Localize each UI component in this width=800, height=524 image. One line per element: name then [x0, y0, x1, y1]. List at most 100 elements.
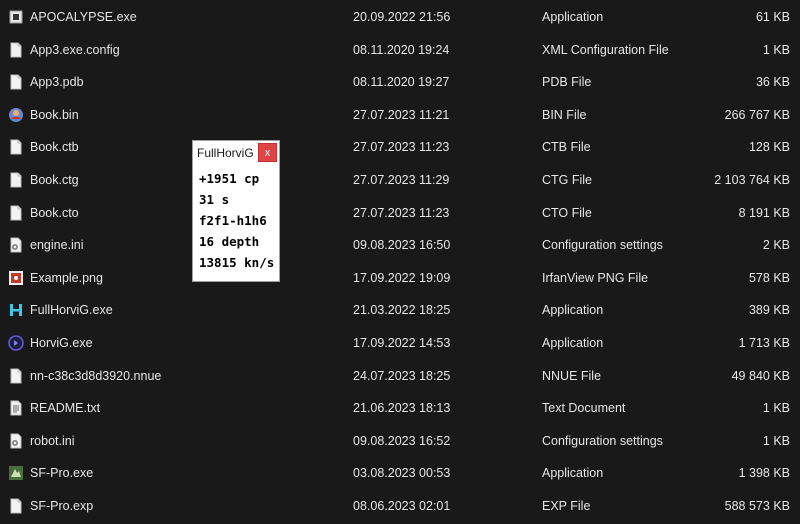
file-name: APOCALYPSE.exe: [30, 10, 137, 24]
file-row[interactable]: App3.exe.config 08.11.2020 19:24 XML Confi…: [0, 34, 800, 67]
bin-file-icon: [8, 107, 24, 123]
file-row[interactable]: Book.ctg 27.07.2023 11:29 CTG File 2 103 76…: [0, 164, 800, 197]
file-size: 2 103 764 KB: [714, 172, 790, 187]
document-icon: [8, 368, 24, 384]
app-exe-icon: [8, 9, 24, 25]
document-icon: [8, 74, 24, 90]
sf-app-icon: [8, 465, 24, 481]
file-row[interactable]: Book.cto 27.07.2023 11:23 CTO File 8 191 KB: [0, 197, 800, 230]
file-row[interactable]: App3.pdb 08.11.2020 19:27 PDB File 36 KB: [0, 66, 800, 99]
file-name: SF-Pro.exe: [30, 466, 94, 481]
file-name: FullHorviG.exe: [30, 303, 113, 318]
file-date-modified: 08.11.2020 19:24: [353, 42, 450, 57]
file-size: 1 398 KB: [738, 466, 790, 481]
file-row[interactable]: engine.ini 09.08.2023 16:50 Configuration …: [0, 229, 800, 262]
file-name: engine.ini: [30, 238, 84, 253]
file-type: EXP File: [542, 498, 591, 513]
text-file-icon: [8, 400, 24, 416]
file-name: nn-c38c3d8d3920.nnue: [30, 368, 162, 383]
window-titlebar[interactable]: FullHorviG x: [193, 141, 279, 165]
file-name: README.txt: [30, 401, 101, 416]
file-date-modified: 20.09.2022 21:56: [353, 10, 451, 24]
file-row[interactable]: Book.ctb 27.07.2023 11:23 CTB File 128 KB: [0, 131, 800, 164]
file-size: 588 573 KB: [724, 498, 790, 513]
file-size: 8 191 KB: [738, 205, 790, 220]
file-size: 1 KB: [762, 42, 790, 57]
search-depth: 16 depth: [199, 234, 260, 249]
document-icon: [8, 139, 24, 155]
file-row[interactable]: nn-c38c3d8d3920.nnue 24.07.2023 18:25 NNUE…: [0, 360, 800, 393]
file-type: CTB File: [542, 140, 591, 155]
file-size: 128 KB: [748, 140, 790, 155]
file-date-modified: 24.07.2023 18:25: [353, 368, 451, 383]
elapsed-time: 31 s: [199, 192, 230, 207]
file-row[interactable]: APOCALYPSE.exe 20.09.2022 21:56 Applicatio…: [0, 1, 800, 34]
file-row[interactable]: SF-Pro.exe 03.08.2023 00:53 Application 1 3…: [0, 457, 800, 490]
file-date-modified: 08.06.2023 02:01: [353, 498, 451, 513]
evaluation-score: +1951 cp: [199, 171, 260, 186]
image-file-icon: [8, 270, 24, 286]
file-date-modified: 03.08.2023 00:53: [353, 466, 451, 481]
file-name: HorviG.exe: [30, 335, 93, 350]
file-type: Application: [542, 466, 604, 481]
document-icon: [8, 42, 24, 58]
file-type: Configuration settings: [542, 433, 663, 448]
file-type: NNUE File: [542, 368, 602, 383]
file-name: Book.bin: [30, 107, 79, 122]
file-name: App3.pdb: [30, 75, 84, 90]
document-icon: [8, 205, 24, 221]
file-date-modified: 27.07.2023 11:23: [353, 140, 450, 155]
engine-info-window[interactable]: FullHorviG x +1951 cp 31 s f2f1-h1h6 16 …: [192, 140, 280, 282]
file-size: 578 KB: [748, 270, 790, 285]
file-date-modified: 21.03.2022 18:25: [353, 303, 451, 318]
search-speed: 13815 kn/s: [199, 255, 275, 270]
file-type: CTO File: [542, 205, 592, 220]
file-type: IrfanView PNG File: [542, 270, 649, 285]
file-size: 1 KB: [762, 433, 790, 448]
file-row[interactable]: HorviG.exe 17.09.2022 14:53 Application 1 7…: [0, 327, 800, 360]
best-move: f2f1-h1h6: [199, 213, 267, 228]
file-size: 1 KB: [762, 401, 790, 416]
document-icon: [8, 498, 24, 514]
file-row[interactable]: Book.bin 27.07.2023 11:21 BIN File 266 767 …: [0, 99, 800, 132]
file-row[interactable]: robot.ini 09.08.2023 16:52 Configuration s…: [0, 425, 800, 458]
file-date-modified: 08.11.2020 19:27: [353, 75, 450, 90]
horvig-app-icon: [8, 335, 24, 351]
file-size: 61 KB: [755, 10, 790, 24]
file-name: SF-Pro.exp: [30, 498, 94, 513]
file-row[interactable]: Example.png 17.09.2022 19:09 IrfanView PNG…: [0, 262, 800, 295]
file-type: BIN File: [542, 107, 587, 122]
file-row[interactable]: README.txt 21.06.2023 18:13 Text Document 1…: [0, 392, 800, 425]
close-button[interactable]: x: [258, 143, 277, 162]
file-type: Application: [542, 335, 604, 350]
document-icon: [8, 172, 24, 188]
file-date-modified: 21.06.2023 18:13: [353, 401, 451, 416]
file-type: Text Document: [542, 401, 626, 416]
file-row[interactable]: SF-Pro.exp 08.06.2023 02:01 EXP File 588 57…: [0, 490, 800, 523]
file-date-modified: 09.08.2023 16:52: [353, 433, 451, 448]
file-type: Configuration settings: [542, 238, 663, 253]
file-name: Book.ctg: [30, 172, 79, 187]
file-date-modified: 27.07.2023 11:23: [353, 205, 450, 220]
file-type: CTG File: [542, 172, 592, 187]
file-type: XML Configuration File: [542, 42, 669, 57]
file-type: Application: [542, 303, 604, 318]
file-date-modified: 27.07.2023 11:21: [353, 107, 450, 122]
file-size: 2 KB: [762, 238, 790, 253]
file-type: PDB File: [542, 75, 592, 90]
file-name: robot.ini: [30, 433, 75, 448]
file-size: 49 840 KB: [731, 368, 790, 383]
file-date-modified: 17.09.2022 19:09: [353, 270, 451, 285]
file-date-modified: 17.09.2022 14:53: [353, 335, 451, 350]
file-size: 1 713 KB: [738, 335, 790, 350]
file-type: Application: [542, 10, 604, 24]
h-app-icon: [8, 302, 24, 318]
file-date-modified: 27.07.2023 11:29: [353, 172, 450, 187]
settings-file-icon: [8, 237, 24, 253]
settings-file-icon: [8, 433, 24, 449]
file-list: APOCALYPSE.exe 20.09.2022 21:56 Applicatio…: [0, 1, 800, 523]
file-size: 266 767 KB: [724, 107, 790, 122]
file-size: 389 KB: [748, 303, 790, 318]
file-name: Book.cto: [30, 205, 79, 220]
file-row[interactable]: FullHorviG.exe 21.03.2022 18:25 Applicatio…: [0, 294, 800, 327]
